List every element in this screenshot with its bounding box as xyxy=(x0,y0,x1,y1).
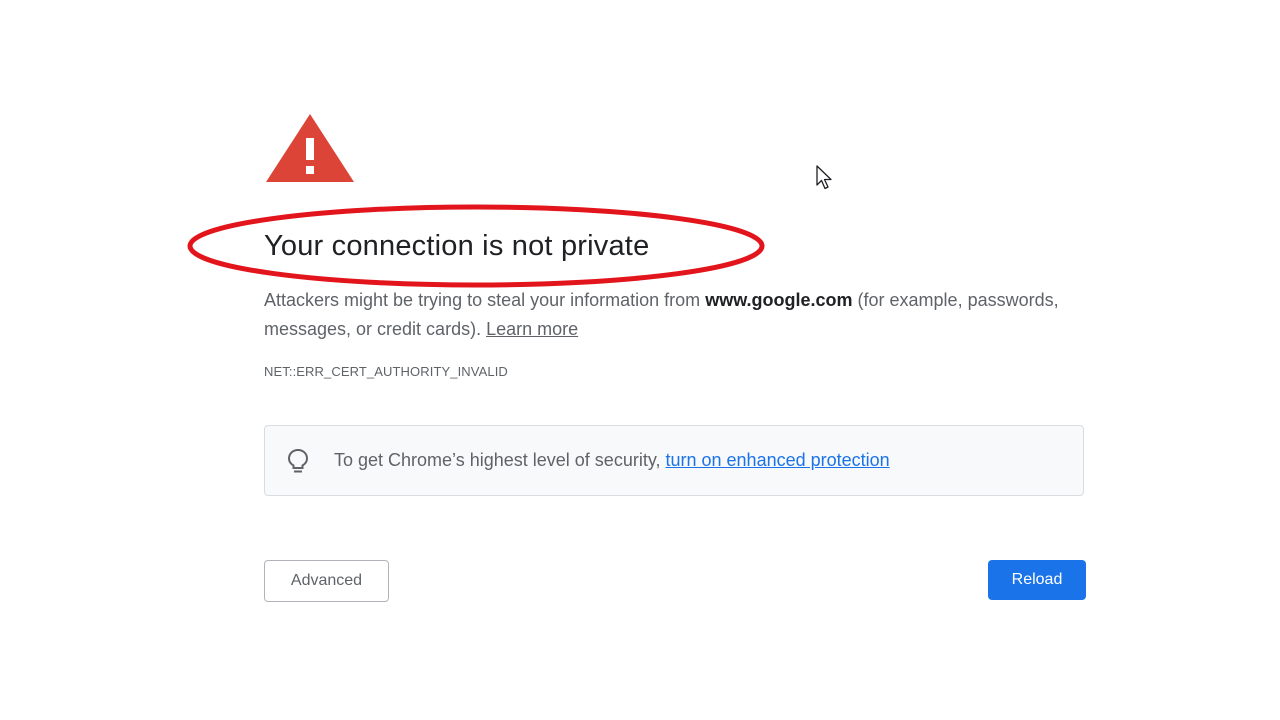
description-text-start: Attackers might be trying to steal your … xyxy=(264,290,706,310)
lightbulb-icon xyxy=(287,448,309,473)
page-title: Your connection is not private xyxy=(264,230,650,262)
error-code: NET::ERR_CERT_AUTHORITY_INVALID xyxy=(264,364,508,379)
warning-description: Attackers might be trying to steal your … xyxy=(264,286,1094,344)
mouse-cursor-icon xyxy=(816,165,832,190)
reload-button[interactable]: Reload xyxy=(988,560,1086,600)
enhanced-protection-banner: To get Chrome’s highest level of securit… xyxy=(264,425,1084,496)
learn-more-link[interactable]: Learn more xyxy=(486,319,578,339)
interstitial-page: Your connection is not private Attackers… xyxy=(0,0,1280,720)
advanced-button[interactable]: Advanced xyxy=(264,560,389,602)
domain-name: www.google.com xyxy=(705,290,853,310)
banner-text: To get Chrome’s highest level of securit… xyxy=(334,450,666,470)
warning-triangle-icon xyxy=(266,114,354,182)
banner-message: To get Chrome’s highest level of securit… xyxy=(334,450,890,471)
enhanced-protection-link[interactable]: turn on enhanced protection xyxy=(666,450,890,470)
